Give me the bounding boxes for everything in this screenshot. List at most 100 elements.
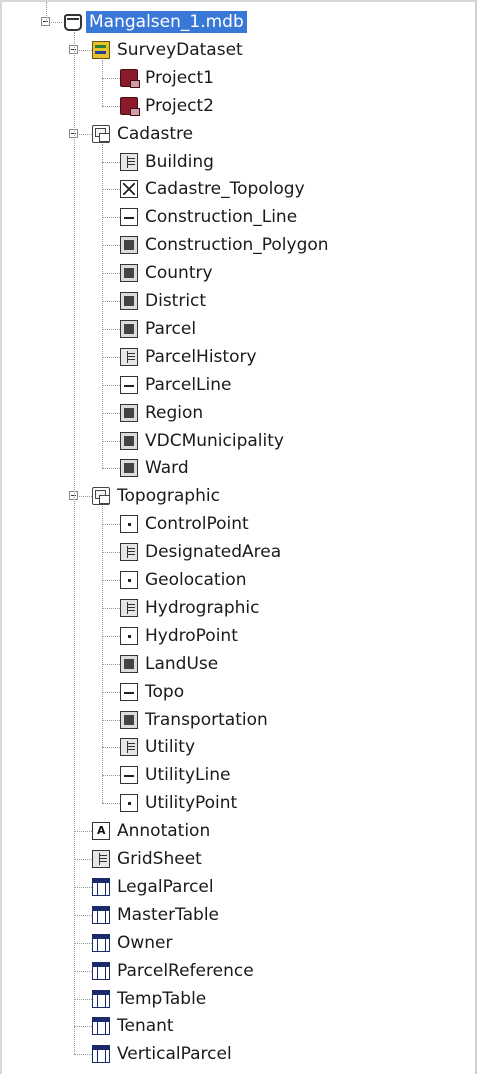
tree-connector-horizontal [102, 189, 120, 191]
tree-node-transportation[interactable]: Transportation [120, 706, 271, 734]
tree-node-label: Parcel [145, 318, 197, 339]
tree-node-label: Ward [145, 458, 189, 479]
tree-connector-vertical [102, 506, 103, 804]
tree-node-cadastre[interactable]: Cadastre [92, 120, 196, 148]
tree-node-country[interactable]: Country [120, 259, 216, 287]
tree-connector-horizontal [102, 607, 120, 609]
tree-node-construction-line[interactable]: Construction_Line [120, 203, 300, 231]
tree-node-mastertable[interactable]: MasterTable [92, 901, 222, 929]
tree-connector-horizontal [74, 859, 92, 860]
tree-node-label: Mangalsen_1.mdb [86, 11, 247, 33]
tree-node-utilityline[interactable]: UtilityLine [120, 761, 233, 789]
tree-node-label: SurveyDataset [117, 39, 243, 60]
tree-node-label: Project2 [145, 95, 214, 116]
tree-node-label: TempTable [117, 988, 207, 1009]
tree-node-label: Project1 [145, 67, 214, 88]
tree-connector-horizontal [102, 635, 120, 637]
tree-node-landuse[interactable]: LandUse [120, 650, 221, 678]
tree-node-hydropoint[interactable]: HydroPoint [120, 622, 241, 650]
tree-node-label: Geolocation [145, 570, 247, 590]
tree-node-temptable[interactable]: TempTable [92, 985, 209, 1013]
feature-class-icon [120, 738, 138, 757]
tree-node-cadastre-topology[interactable]: Cadastre_Topology [120, 175, 308, 203]
tree-node-ward[interactable]: Ward [120, 454, 192, 482]
tree-node-label: VDCMunicipality [145, 430, 284, 451]
tree-node-parcelhistory[interactable]: ParcelHistory [120, 343, 260, 371]
tree-connector-horizontal [102, 580, 120, 581]
tree-connector-horizontal [102, 245, 120, 247]
tree-node-label: Topo [145, 681, 185, 702]
tree-node-label: ParcelHistory [145, 346, 257, 367]
tree-node-label: HydroPoint [145, 625, 238, 646]
polygon-feature-class-icon [120, 264, 138, 283]
feature-dataset-icon [92, 124, 110, 143]
tree-node-topographic[interactable]: Topographic [92, 482, 223, 510]
polygon-feature-class-icon [120, 292, 138, 310]
line-feature-class-icon [120, 766, 138, 785]
tree-connector-horizontal [102, 161, 120, 163]
polygon-feature-class-icon [120, 459, 138, 478]
annotation-icon [92, 822, 110, 841]
tree-connector-vertical [102, 59, 103, 106]
tree-node-label: ControlPoint [145, 514, 249, 535]
database-icon [64, 13, 82, 31]
tree-connector-horizontal [102, 440, 120, 442]
tree-connector-horizontal [102, 301, 120, 302]
survey-project-icon [120, 96, 140, 116]
feature-class-icon [120, 347, 138, 366]
tree-node-parcel[interactable]: Parcel [120, 315, 199, 343]
tree-node-gridsheet[interactable]: GridSheet [92, 845, 205, 873]
tree-node-topo[interactable]: Topo [120, 678, 187, 706]
survey-project-icon [120, 68, 140, 88]
catalog-tree-view[interactable]: Mangalsen_1.mdb SurveyDataset Project1 Proj… [0, 0, 477, 1074]
tree-node-legalparcel[interactable]: LegalParcel [92, 873, 217, 901]
tree-node-label: VerticalParcel [117, 1044, 232, 1065]
tree-node-label: District [145, 291, 207, 311]
tree-node-vdcmunicipality[interactable]: VDCMunicipality [120, 427, 287, 455]
tree-connector-horizontal [74, 970, 92, 972]
tree-node-label: UtilityPoint [145, 793, 238, 814]
tree-node-label: Cadastre_Topology [145, 179, 305, 200]
tree-node-owner[interactable]: Owner [92, 929, 176, 957]
point-feature-class-icon [120, 626, 138, 645]
tree-node-geolocation[interactable]: Geolocation [120, 566, 250, 594]
tree-node-label: Annotation [117, 821, 211, 842]
tree-node-construction-polygon[interactable]: Construction_Polygon [120, 231, 332, 259]
tree-node-label: LandUse [145, 653, 219, 674]
tree-node-label: Utility [145, 737, 196, 758]
tree-node-designatedarea[interactable]: DesignatedArea [120, 538, 284, 566]
tree-node-parcelreference[interactable]: ParcelReference [92, 957, 257, 985]
tree-connector-horizontal [74, 831, 92, 833]
tree-node-mangalsen-1-mdb[interactable]: Mangalsen_1.mdb [62, 8, 247, 36]
tree-node-label: LegalParcel [117, 876, 214, 897]
tree-connector-horizontal [102, 747, 120, 749]
tree-node-project2[interactable]: Project2 [120, 92, 217, 120]
tree-connector-horizontal [102, 217, 120, 219]
polygon-feature-class-icon [120, 319, 138, 338]
tree-node-utility[interactable]: Utility [120, 733, 198, 761]
tree-node-utilitypoint[interactable]: UtilityPoint [120, 789, 240, 817]
tree-connector-horizontal [74, 886, 92, 888]
tree-node-verticalparcel[interactable]: VerticalParcel [92, 1040, 235, 1068]
survey-dataset-icon [92, 40, 110, 59]
tree-node-district[interactable]: District [120, 287, 209, 315]
tree-node-label: Construction_Polygon [145, 235, 329, 256]
table-icon [92, 1045, 110, 1064]
table-icon [92, 905, 110, 924]
tree-node-region[interactable]: Region [120, 399, 206, 427]
tree-node-controlpoint[interactable]: ControlPoint [120, 510, 252, 538]
line-feature-class-icon [120, 682, 138, 701]
tree-connector-horizontal [74, 942, 92, 944]
table-icon [92, 989, 110, 1008]
tree-node-annotation[interactable]: Annotation [92, 817, 213, 845]
tree-node-building[interactable]: Building [120, 148, 217, 176]
tree-node-parcelline[interactable]: ParcelLine [120, 371, 234, 399]
tree-node-label: Cadastre [117, 123, 194, 144]
tree-node-surveydataset[interactable]: SurveyDataset [92, 36, 246, 64]
tree-node-tenant[interactable]: Tenant [92, 1012, 177, 1040]
tree-node-label: ParcelReference [117, 960, 254, 981]
tree-connector-vertical [102, 143, 103, 469]
tree-node-hydrographic[interactable]: Hydrographic [120, 594, 262, 622]
tree-connector-horizontal [102, 552, 120, 554]
tree-node-project1[interactable]: Project1 [120, 64, 217, 92]
